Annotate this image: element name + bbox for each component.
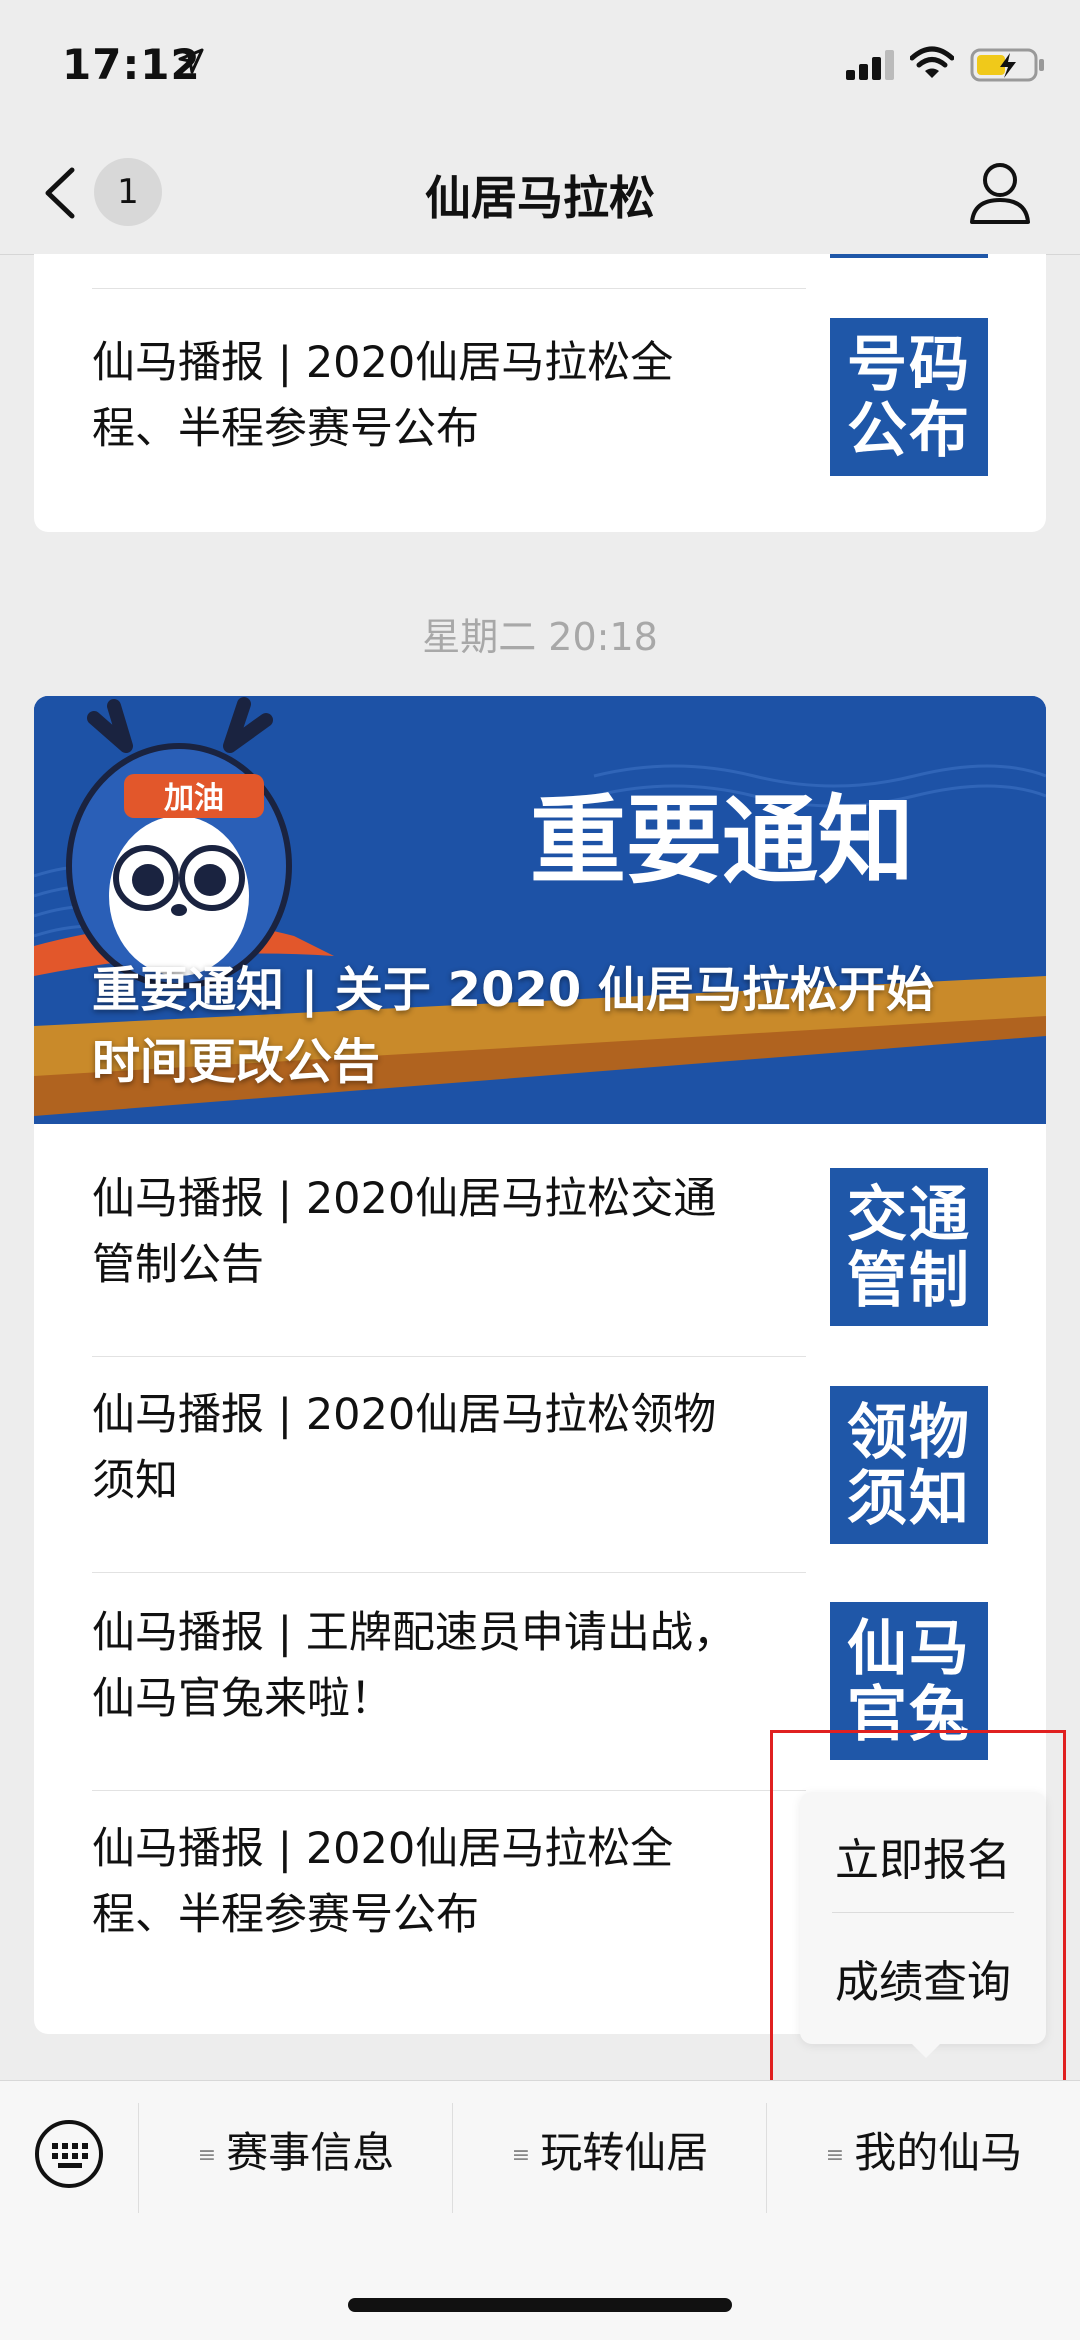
headband-text: 加油 (164, 781, 224, 816)
article-title[interactable]: 仙马播报 | 2020仙居马拉松全 程、半程参赛号公布 (92, 1816, 772, 1948)
divider (92, 1572, 806, 1573)
home-indicator[interactable] (348, 2298, 732, 2312)
divider (138, 2103, 139, 2213)
profile-icon[interactable] (968, 160, 1032, 226)
message-timestamp: 星期二 20:18 (422, 615, 658, 659)
article-title[interactable]: 仙马播报 | 2020仙居马拉松领物 须知 (92, 1382, 772, 1514)
article-thumbnail-cropped[interactable] (830, 254, 988, 258)
wifi-icon (910, 46, 954, 78)
article-title[interactable]: 仙马播报 | 王牌配速员申请出战， 仙马官兔来啦！ (92, 1600, 772, 1732)
menu-tab-my-xianma[interactable]: ≡ 我的仙马 (768, 2103, 1080, 2203)
article-title[interactable]: 仙马播报 | 2020仙居马拉松全 程、半程参赛号公布 (92, 330, 772, 462)
menu-lines-icon: ≡ (511, 2142, 531, 2168)
keyboard-toggle-icon[interactable] (34, 2119, 104, 2189)
status-bar: 17:12 (0, 0, 1080, 132)
article-title[interactable]: 仙马播报 | 2020仙居马拉松交通 管制公告 (92, 1166, 772, 1298)
hero-art-text: 重要通知 (530, 785, 914, 897)
divider (92, 288, 806, 289)
cellular-signal-icon (846, 50, 894, 80)
page-title: 仙居马拉松 (425, 171, 655, 225)
article-thumbnail[interactable]: 号码 公布 (830, 318, 988, 476)
menu-tab-explore-xianju[interactable]: ≡ 玩转仙居 (454, 2103, 766, 2203)
nav-bar: 1 仙居马拉松 (0, 132, 1080, 255)
battery-charging-icon (970, 48, 1044, 82)
divider (92, 1356, 806, 1357)
hero-article-cover[interactable]: 加油 重要通知 重要通知 | 关于 2020 仙居马拉松开始 时间更改公告 (34, 696, 1046, 1124)
article-thumbnail[interactable]: 交通 管制 (830, 1168, 988, 1326)
hero-caption[interactable]: 重要通知 | 关于 2020 仙居马拉松开始 时间更改公告 (92, 954, 1012, 1098)
article-thumbnail[interactable]: 领物 须知 (830, 1386, 988, 1544)
menu-lines-icon: ≡ (197, 2142, 217, 2168)
menu-tab-event-info[interactable]: ≡ 赛事信息 (140, 2103, 452, 2203)
divider (452, 2103, 453, 2213)
divider (92, 1790, 806, 1791)
message-card-top: 仙马播报 | 2020仙居马拉松全 程、半程参赛号公布 号码 公布 (34, 254, 1046, 532)
divider (766, 2103, 767, 2213)
menu-lines-icon: ≡ (825, 2142, 845, 2168)
location-arrow-icon (178, 48, 204, 74)
